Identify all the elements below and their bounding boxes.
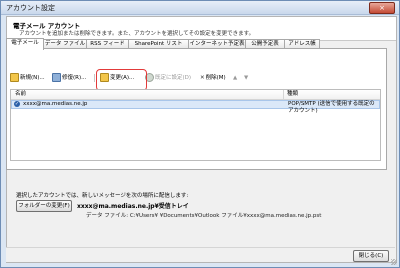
toolbar-separator <box>94 74 95 82</box>
set-default-label: 既定に設定(D) <box>155 75 192 81</box>
data-file-path: データ ファイル: C:¥Users¥ ¥Documents¥Outlook フ… <box>86 213 322 219</box>
set-default-button[interactable]: 既定に設定(D) <box>145 73 191 83</box>
delivery-description: 選択したアカウントでは、新しいメッセージを次の場所に配信します: <box>16 193 189 199</box>
title-bar: アカウント設定 × <box>1 1 399 15</box>
account-settings-window: アカウント設定 × 電子メール アカウント アカウントを追加または削除できます。… <box>0 0 400 268</box>
default-account-check-icon: ✓ <box>14 101 20 107</box>
header-band: 電子メール アカウント アカウントを追加または削除できます。また、アカウントを選… <box>7 17 396 41</box>
move-up-arrow-icon[interactable]: ▲ <box>233 73 237 83</box>
column-name-header[interactable]: 名前 <box>15 90 26 99</box>
delete-icon: ✕ <box>200 75 205 81</box>
account-list: 名前 種類 ✓ xxxx@ma.medias.ne.jp POP/SMTP (送… <box>10 89 381 161</box>
close-button[interactable]: 閉じる(C) <box>353 250 389 262</box>
resize-grip-icon[interactable] <box>391 259 397 265</box>
column-type-header[interactable]: 種類 <box>287 90 298 99</box>
repair-icon <box>52 73 61 82</box>
delivery-folder-path: xxxx@ma.medias.ne.jp¥受信トレイ <box>77 203 189 210</box>
account-name: xxxx@ma.medias.ne.jp <box>23 101 88 107</box>
list-header: 名前 種類 <box>11 90 380 100</box>
repair-button[interactable]: 修復(R)... <box>52 73 86 83</box>
account-row[interactable]: ✓ xxxx@ma.medias.ne.jp POP/SMTP (送信で使用する… <box>11 100 380 114</box>
account-type: POP/SMTP (送信で使用する既定のアカウント) <box>288 101 375 114</box>
tab-email[interactable]: 電子メール <box>6 38 44 50</box>
window-close-button[interactable]: × <box>369 2 395 14</box>
repair-button-label: 修復(R)... <box>62 75 87 81</box>
new-button-label: 新規(N)... <box>20 75 45 81</box>
new-button[interactable]: 新規(N)... <box>10 73 45 83</box>
delete-button-label: 削除(M) <box>205 75 226 81</box>
window-title: アカウント設定 <box>6 4 55 12</box>
change-folder-button[interactable]: フォルダーの変更(F) <box>16 200 72 212</box>
move-down-arrow-icon[interactable]: ▼ <box>244 73 248 83</box>
delete-button[interactable]: ✕削除(M) <box>200 73 226 83</box>
header-description: アカウントを追加または削除できます。また、アカウントを選択してその設定を変更でき… <box>19 31 255 37</box>
dialog-footer <box>6 247 395 262</box>
column-divider <box>283 90 284 99</box>
change-button-highlight <box>96 69 147 91</box>
new-account-icon <box>10 73 19 82</box>
